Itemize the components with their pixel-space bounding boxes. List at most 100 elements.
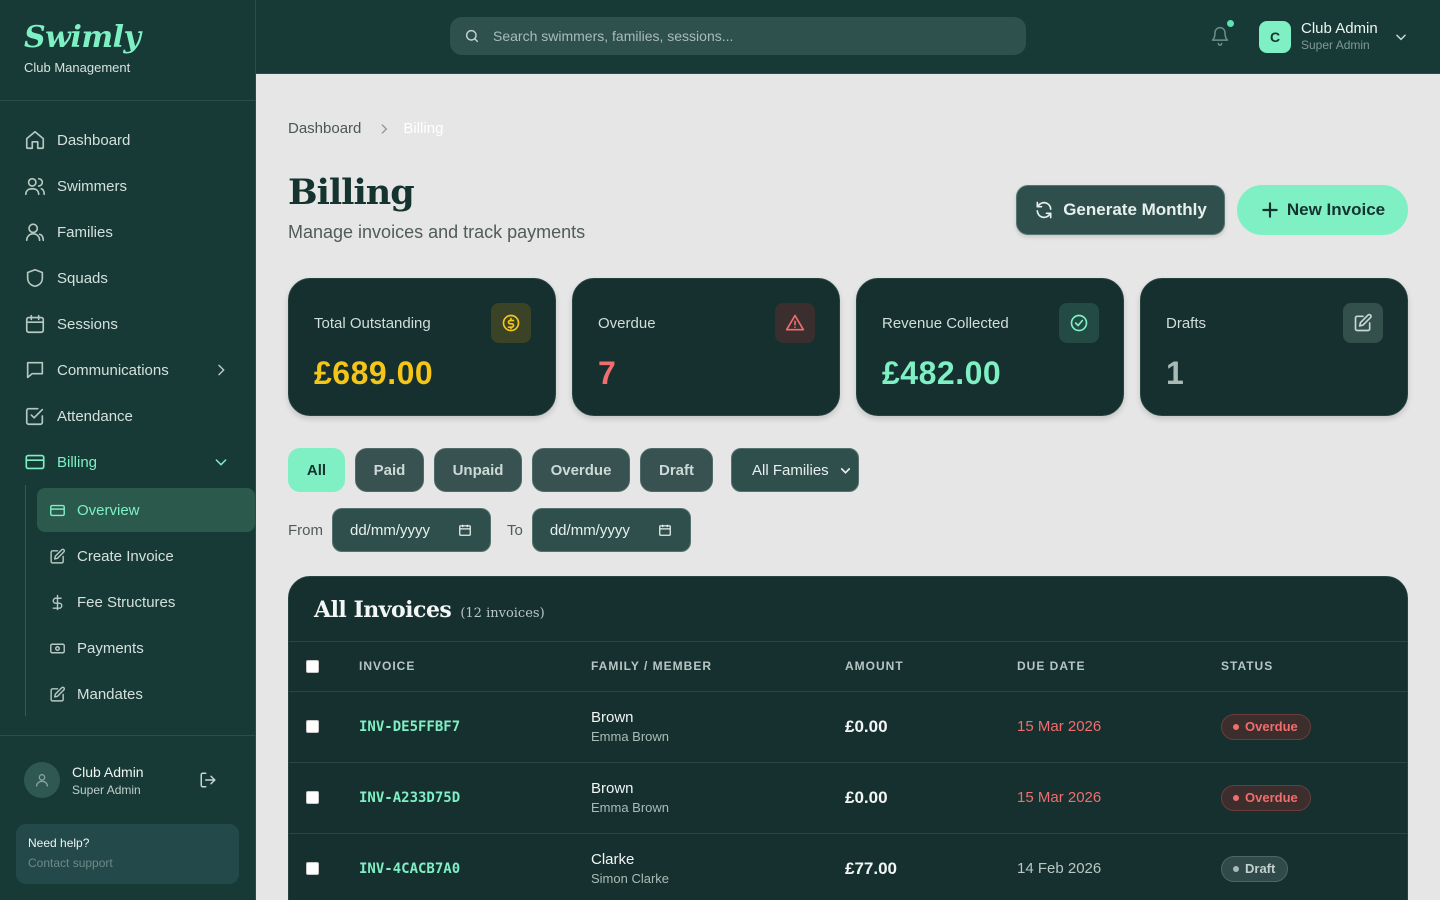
status-label: Overdue [1245, 719, 1298, 734]
sidebar-item-communications[interactable]: Communications [0, 347, 255, 393]
status-label: Draft [1245, 861, 1276, 876]
filter-chip-all[interactable]: All [288, 448, 345, 492]
bell-icon[interactable] [1210, 26, 1230, 46]
select-all-checkbox[interactable] [306, 659, 319, 673]
filter-chip-paid[interactable]: Paid [355, 448, 424, 492]
sidebar-item-sessions[interactable]: Sessions [0, 301, 255, 347]
brand: Swimly Club Management [0, 0, 255, 101]
notification-dot [1226, 19, 1235, 28]
logout-icon[interactable] [199, 771, 217, 789]
breadcrumb-dashboard[interactable]: Dashboard [288, 120, 361, 137]
row-select-cell [289, 691, 359, 763]
stat-value: 1 [1166, 355, 1185, 391]
table-row[interactable]: INV-A233D75D Brown Emma Brown £0.00 15 M… [289, 762, 1407, 834]
column-header-due-date[interactable]: DUE DATE [1017, 642, 1221, 692]
status-badge: Draft [1221, 855, 1289, 882]
sidebar-item-dashboard[interactable]: Dashboard [0, 117, 255, 163]
column-header-invoice[interactable]: INVOICE [359, 642, 591, 692]
sidebar-nav: Dashboard Swimmers Families Squads Sessi… [0, 101, 255, 721]
family-cell: Brown Emma Brown [591, 762, 845, 834]
member-name: Simon Clarke [591, 871, 670, 886]
sidebar-subitem-create-invoice[interactable]: Create Invoice [37, 534, 255, 578]
sidebar-item-billing[interactable]: Billing [0, 439, 255, 485]
topbar: C Club Admin Super Admin [256, 0, 1440, 74]
stat-value: 7 [598, 355, 617, 391]
sidebar-item-label: Billing [57, 453, 98, 471]
alert-triangle-icon [785, 314, 805, 331]
chevron-down-icon [840, 468, 851, 474]
sidebar-item-label: Dashboard [57, 131, 131, 149]
amount-cell: £77.00 [845, 833, 1017, 900]
refresh-icon [1036, 201, 1052, 219]
row-checkbox[interactable] [306, 791, 319, 804]
table-row[interactable]: INV-4CACB7A0 Clarke Simon Clarke £77.00 … [289, 833, 1407, 900]
to-label: To [507, 521, 523, 539]
sidebar-user: Club Admin Super Admin [0, 736, 255, 798]
invoices-title: All Invoices [314, 597, 452, 623]
invoices-table-header: All Invoices (12 invoices) [289, 577, 1407, 642]
edit-square-icon [1354, 313, 1372, 332]
stat-icon-box [775, 303, 815, 343]
user-menu-text: Club Admin Super Admin [1301, 20, 1378, 53]
sidebar-item-squads[interactable]: Squads [0, 255, 255, 301]
sidebar-subitem-overview[interactable]: Overview [37, 488, 255, 532]
column-header-amount[interactable]: AMOUNT [845, 642, 1017, 692]
user-menu[interactable]: C Club Admin Super Admin [1259, 20, 1408, 53]
sidebar-subitem-payments[interactable]: Payments [37, 626, 255, 670]
family-icon [25, 223, 45, 242]
family-select-value: All Families [752, 461, 829, 479]
status-label: Overdue [1245, 790, 1298, 805]
table-row[interactable]: INV-DE5FFBF7 Brown Emma Brown £0.00 15 M… [289, 691, 1407, 763]
filter-chip-unpaid[interactable]: Unpaid [434, 448, 522, 492]
row-checkbox[interactable] [306, 720, 319, 733]
row-checkbox[interactable] [306, 862, 319, 875]
dollar-circle-icon [502, 314, 520, 332]
member-name: Emma Brown [591, 729, 670, 744]
invoice-id-link[interactable]: INV-DE5FFBF7 [359, 719, 460, 735]
search-icon [465, 29, 479, 43]
from-date-input[interactable]: dd/mm/yyyy [332, 508, 491, 552]
column-header-status[interactable]: STATUS [1221, 642, 1407, 692]
sidebar-subitem-label: Fee Structures [77, 593, 176, 611]
sidebar-subitem-mandates[interactable]: Mandates [37, 672, 255, 716]
from-date-placeholder: dd/mm/yyyy [350, 521, 431, 539]
sidebar-item-swimmers[interactable]: Swimmers [0, 163, 255, 209]
new-invoice-button[interactable]: New Invoice [1237, 185, 1408, 235]
invoices-count: (12 invoices) [460, 606, 545, 621]
sidebar-item-attendance[interactable]: Attendance [0, 393, 255, 439]
user-name: Club Admin [1301, 20, 1378, 37]
sidebar-subitem-fee-structures[interactable]: Fee Structures [37, 580, 255, 624]
contact-support-link[interactable]: Contact support [28, 856, 227, 870]
status-dot [1233, 865, 1239, 872]
column-header-family[interactable]: FAMILY / MEMBER [591, 642, 845, 692]
sidebar-item-label: Attendance [57, 407, 133, 425]
plus-icon [1262, 202, 1278, 218]
generate-monthly-button[interactable]: Generate Monthly [1016, 185, 1225, 235]
status-filters: All Paid Unpaid Overdue Draft All Famili… [288, 448, 859, 492]
sidebar-subitem-label: Payments [77, 639, 144, 657]
family-select[interactable]: All Families [731, 448, 859, 492]
search-bar[interactable] [450, 17, 1026, 55]
invoice-cell: INV-A233D75D [359, 762, 591, 834]
filter-chip-overdue[interactable]: Overdue [532, 448, 630, 492]
row-select-cell [289, 762, 359, 834]
invoice-id-link[interactable]: INV-4CACB7A0 [359, 861, 460, 877]
status-badge: Overdue [1221, 713, 1311, 740]
sidebar-user-text: Club Admin Super Admin [72, 764, 199, 797]
search-input[interactable] [493, 28, 993, 44]
to-date-input[interactable]: dd/mm/yyyy [531, 508, 691, 552]
sidebar-item-families[interactable]: Families [0, 209, 255, 255]
message-icon [26, 361, 44, 379]
sidebar-subitem-label: Overview [77, 501, 140, 519]
status-badge: Overdue [1221, 784, 1311, 811]
sidebar-user-role: Super Admin [72, 782, 141, 797]
invoice-id-link[interactable]: INV-A233D75D [359, 790, 460, 806]
filter-chip-draft[interactable]: Draft [640, 448, 713, 492]
stat-card-overdue: Overdue 7 [572, 278, 840, 416]
brand-logo[interactable]: Swimly [24, 20, 231, 56]
due-date-value: 15 Mar 2026 [1017, 718, 1102, 735]
help-card[interactable]: Need help? Contact support [16, 824, 239, 884]
stat-card-drafts: Drafts 1 [1140, 278, 1408, 416]
check-square-icon [25, 407, 44, 426]
due-date-cell: 15 Mar 2026 [1017, 762, 1221, 834]
